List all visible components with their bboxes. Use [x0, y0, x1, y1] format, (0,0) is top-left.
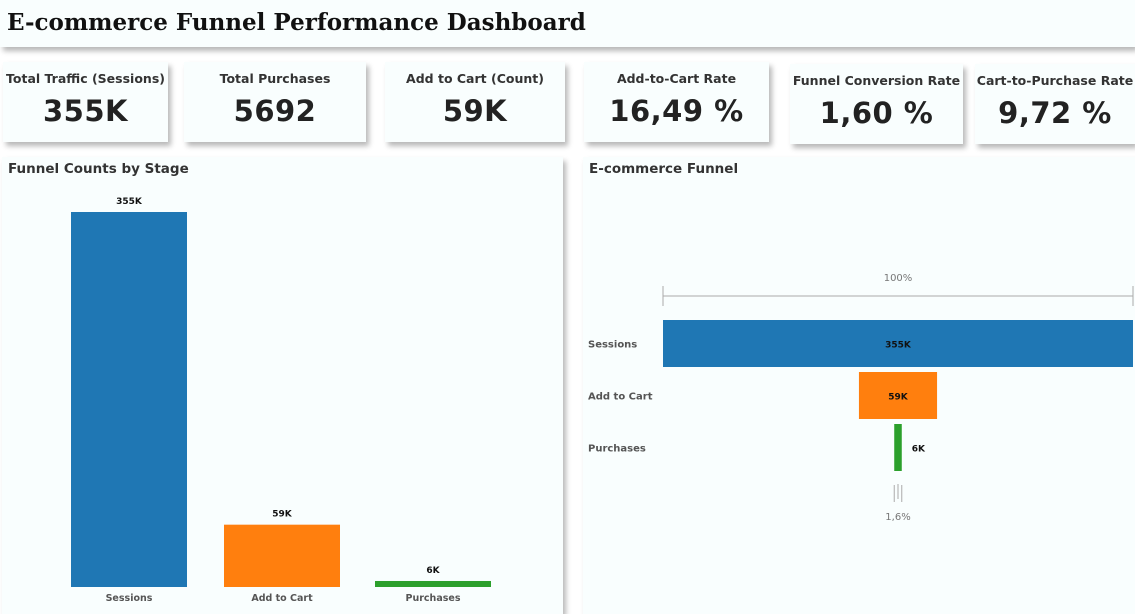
bar-chart-panel: Funnel Counts by Stage 355K Sessions 59K Ad… — [2, 157, 563, 614]
title-bar: E-commerce Funnel Performance Dashboard — [0, 0, 1135, 47]
funnel-data-label-sessions: 355K — [885, 341, 912, 351]
kpi-card-funnel-conversion-rate[interactable]: Funnel Conversion Rate 1,60 % — [790, 64, 963, 144]
bar-sessions[interactable] — [71, 212, 187, 587]
kpi-label: Add to Cart (Count) — [406, 71, 544, 86]
kpi-value: 59K — [442, 94, 508, 128]
kpi-value: 5692 — [233, 94, 317, 128]
x-tick-label-add-to-cart: Add to Cart — [251, 593, 313, 604]
bar-add-to-cart[interactable] — [224, 524, 340, 587]
kpi-value: 16,49 % — [609, 94, 744, 128]
kpi-card-add-to-cart-rate[interactable]: Add-to-Cart Rate 16,49 % — [584, 62, 769, 142]
x-tick-label-sessions: Sessions — [106, 593, 153, 604]
bar-chart: 355K Sessions 59K Add to Cart 6K Purchases — [71, 197, 491, 604]
funnel-data-label-add-to-cart: 59K — [888, 393, 909, 403]
data-label-purchases: 6K — [426, 566, 440, 576]
kpi-value: 1,60 % — [819, 96, 934, 130]
top-percent-label: 100% — [884, 273, 913, 284]
kpi-value: 355K — [42, 94, 128, 128]
bottom-percent-label: 1,6% — [885, 512, 910, 523]
kpi-card-add-to-cart[interactable]: Add to Cart (Count) 59K — [385, 62, 565, 142]
funnel-category-sessions: Sessions — [588, 340, 637, 351]
kpi-label: Cart-to-Purchase Rate — [976, 73, 1134, 88]
funnel-bar-purchases[interactable] — [894, 424, 902, 471]
funnel-chart: 100% Sessions 355K Add to Cart 59K Purchases 6… — [588, 273, 1134, 523]
kpi-card-total-purchases[interactable]: Total Purchases 5692 — [184, 62, 366, 142]
bar-purchases[interactable] — [375, 580, 491, 587]
kpi-card-total-traffic[interactable]: Total Traffic (Sessions) 355K — [3, 62, 168, 142]
funnel-chart-panel: E-commerce Funnel 100% Sessions 355K Add to… — [583, 157, 1135, 614]
funnel-data-label-purchases: 6K — [912, 445, 926, 455]
kpi-card-cart-to-purchase-rate[interactable]: Cart-to-Purchase Rate 9,72 % — [975, 64, 1135, 144]
page-title: E-commerce Funnel Performance Dashboard — [7, 9, 586, 36]
kpi-label: Total Purchases — [219, 71, 331, 86]
funnel-category-purchases: Purchases — [588, 444, 646, 455]
funnel-category-add-to-cart: Add to Cart — [588, 392, 653, 403]
kpi-value: 9,72 % — [998, 96, 1112, 130]
kpi-label: Funnel Conversion Rate — [792, 73, 961, 88]
data-label-add-to-cart: 59K — [272, 510, 293, 520]
kpi-label: Total Traffic (Sessions) — [6, 71, 165, 86]
kpi-label: Add-to-Cart Rate — [616, 71, 737, 86]
data-label-sessions: 355K — [116, 197, 143, 207]
x-tick-label-purchases: Purchases — [406, 593, 461, 604]
